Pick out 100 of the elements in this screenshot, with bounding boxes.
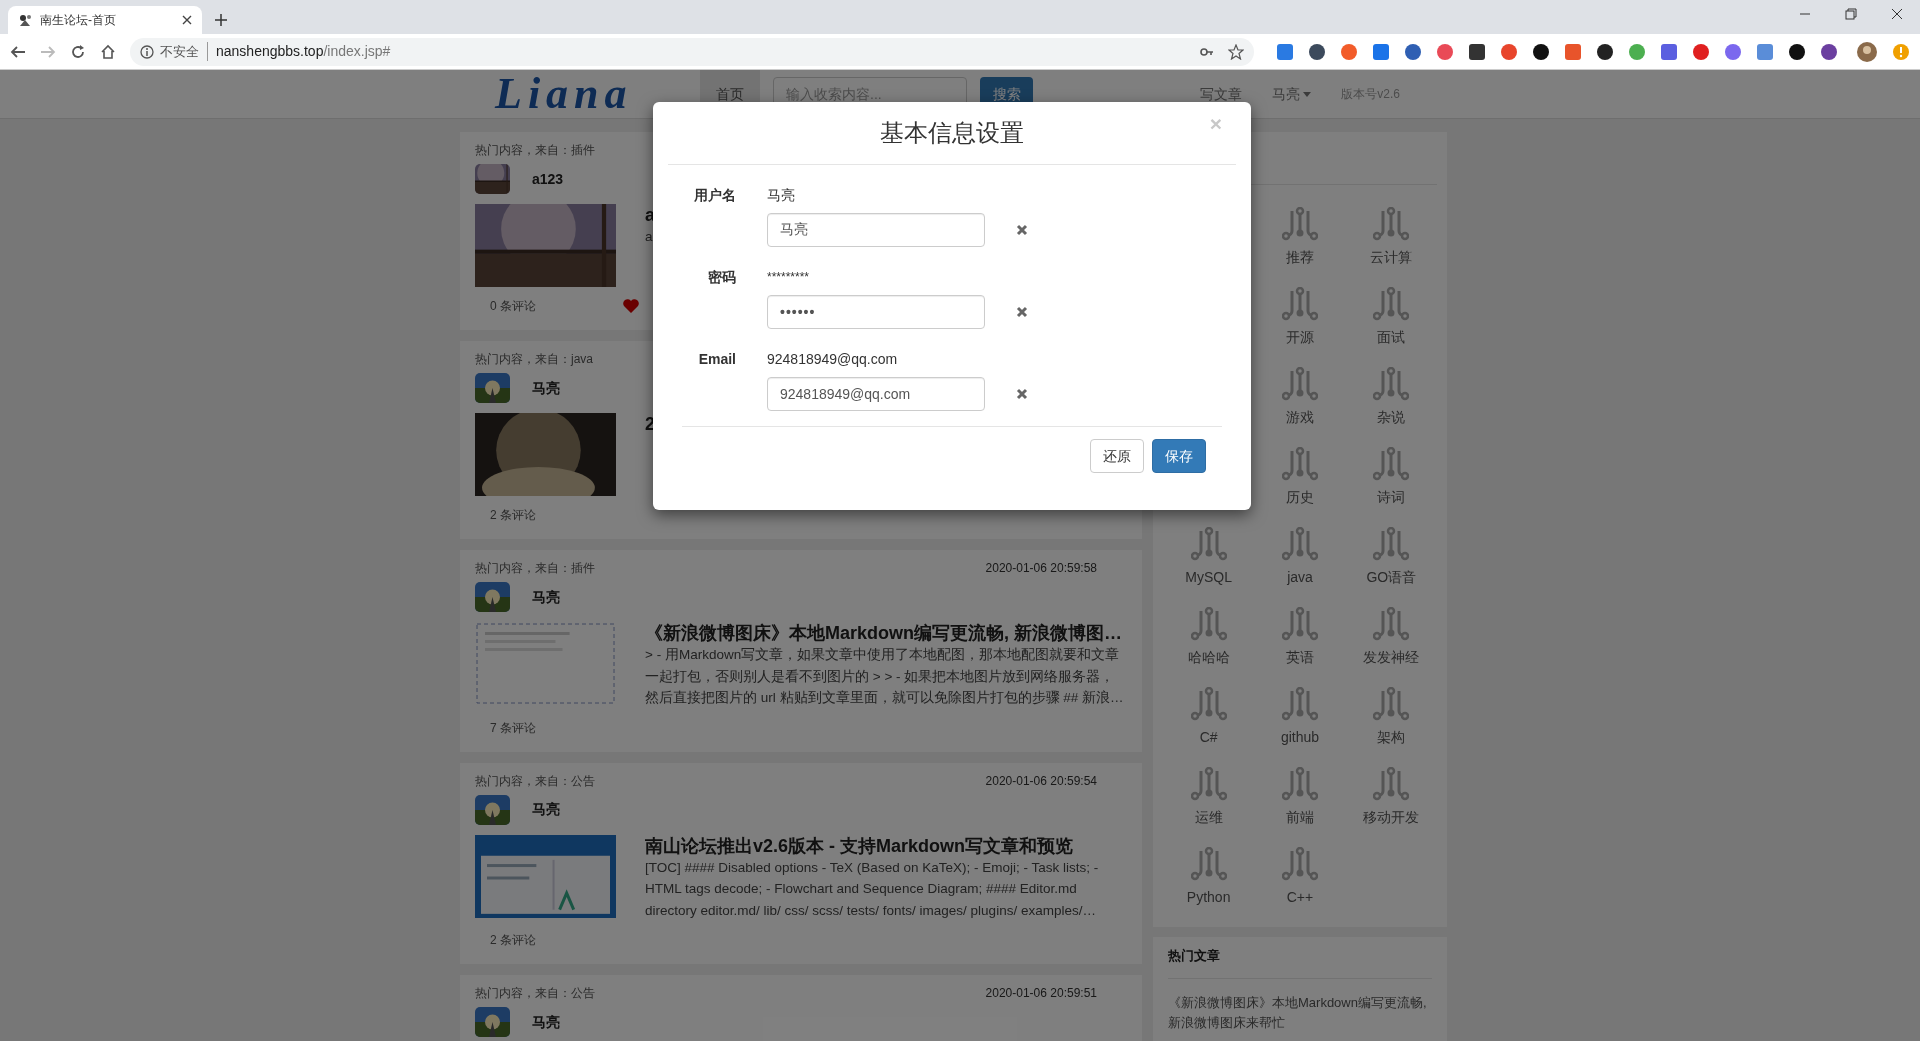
profile-avatar-icon[interactable]	[1856, 40, 1878, 63]
branch-icon	[1282, 207, 1318, 241]
info-icon[interactable]	[140, 44, 154, 59]
current-value: 924818949@qq.com	[767, 350, 899, 369]
favicon-icon	[18, 13, 32, 27]
tag-link[interactable]: 云计算	[1345, 207, 1437, 287]
author-name: 马亮	[532, 1012, 560, 1032]
comment-count[interactable]: 0 条评论	[490, 297, 536, 315]
branch-icon	[1282, 367, 1318, 401]
post-title[interactable]: 南山论坛推出v2.6版本 - 支持Markdown写文章和预览	[645, 834, 1074, 857]
article-link[interactable]: 《新浪微博图床》本地Markdown编写更流畅, 新浪微博图床来帮忙	[1168, 993, 1432, 1033]
close-icon[interactable]	[182, 15, 192, 25]
branch-icon	[1190, 527, 1227, 561]
tag-link[interactable]: MySQL	[1163, 527, 1255, 607]
comment-count[interactable]: 2 条评论	[490, 931, 536, 949]
extension-icon[interactable]	[1532, 42, 1550, 61]
branch-icon	[1282, 607, 1318, 641]
post-date: 2020-01-06 20:59:54	[985, 772, 1097, 790]
branch-icon	[1282, 847, 1318, 881]
tag-link[interactable]: 前端	[1254, 767, 1346, 847]
clear-icon[interactable]	[1016, 388, 1028, 400]
post-title[interactable]: 《新浪微博图床》本地Markdown编写更流畅, 新浪微博图…	[645, 622, 1122, 644]
post-excerpt: > - 用Markdown写文章，如果文章中使用了本地配图，那本地配图就要和文章	[645, 646, 1120, 664]
branch-icon	[1373, 767, 1410, 801]
tag-link[interactable]: 诗词	[1345, 447, 1437, 527]
password-field[interactable]: ••••••	[767, 295, 985, 329]
tag-link[interactable]: GO语音	[1345, 527, 1437, 607]
tag-link[interactable]: C++	[1254, 847, 1346, 927]
field-label: Email	[697, 350, 736, 369]
tag-link[interactable]: 历史	[1254, 447, 1346, 527]
reload-icon[interactable]	[70, 43, 86, 60]
tag-link[interactable]: java	[1254, 527, 1346, 607]
address-bar[interactable]: 不安全 nanshengbbs.top/index.jsp#	[130, 37, 1254, 66]
tag-link[interactable]: 开源	[1254, 287, 1346, 367]
post-source: 热门内容，来自：java	[475, 351, 593, 368]
post-date: 2020-01-06 20:59:51	[985, 985, 1097, 1002]
input-field[interactable]: 马亮	[767, 213, 985, 247]
extension-icon[interactable]	[1308, 42, 1326, 61]
tag-link[interactable]: 杂说	[1345, 367, 1437, 447]
heart-icon[interactable]	[622, 298, 640, 314]
panel-title: 热门文章	[1168, 947, 1221, 965]
branch-icon	[1373, 607, 1410, 641]
post-source: 热门内容，来自：插件	[475, 560, 595, 577]
tag-link[interactable]: Python	[1163, 847, 1255, 927]
post-date: 2020-01-06 20:59:58	[985, 560, 1097, 577]
comment-count[interactable]: 2 条评论	[490, 506, 536, 524]
tag-link[interactable]: 发发神经	[1345, 607, 1437, 687]
branch-icon	[1373, 287, 1410, 321]
user-menu[interactable]: 马亮	[1272, 83, 1312, 105]
extension-icon[interactable]	[1820, 42, 1838, 61]
post-excerpt: directory editor.md/ lib/ css/ scss/ tests/ fonts/ images/ plugins/ examples/…	[645, 901, 1096, 920]
back-icon[interactable]	[10, 43, 26, 60]
extension-icon[interactable]	[1404, 42, 1422, 61]
tag-link[interactable]: 架构	[1345, 687, 1437, 767]
tag-link[interactable]: 面试	[1345, 287, 1437, 367]
branch-icon	[1373, 447, 1410, 481]
branch-icon	[1373, 527, 1410, 561]
star-icon[interactable]	[1228, 43, 1244, 60]
site-logo[interactable]: Liana	[495, 72, 680, 116]
post-source: 热门内容，来自：公告	[475, 772, 595, 790]
post-excerpt: a	[645, 228, 653, 246]
security-label: 不安全	[160, 41, 208, 62]
post-excerpt: 然后直接把图片的 url 粘贴到文章里面，就可以免除图片打包的步骤 ## 新浪…	[645, 689, 1124, 707]
clear-icon[interactable]	[1016, 306, 1028, 318]
branch-icon	[1282, 767, 1318, 801]
branch-icon	[1190, 607, 1227, 641]
extension-icon[interactable]	[1788, 42, 1806, 61]
comment-count[interactable]: 7 条评论	[490, 718, 536, 737]
post-source: 热门内容，来自：公告	[475, 985, 595, 1002]
tag-link[interactable]: C#	[1163, 687, 1255, 767]
save-button[interactable]: 保存	[1152, 439, 1206, 473]
post-excerpt: [TOC] #### Disabled options - TeX (Based on KaTeX); - Emoji; - Task lists; -	[645, 858, 1099, 877]
input-field[interactable]: 924818949@qq.com	[767, 377, 985, 411]
author-name: 马亮	[532, 800, 560, 819]
home-icon[interactable]	[100, 43, 116, 60]
branch-icon	[1282, 527, 1318, 561]
tag-link[interactable]: 运维	[1163, 767, 1255, 847]
modal-title: 基本信息设置	[880, 118, 1024, 148]
author-name: 马亮	[532, 378, 560, 398]
author-name: a123	[532, 169, 564, 189]
extension-icon[interactable]	[1468, 42, 1486, 61]
new-tab-icon[interactable]	[214, 13, 228, 27]
branch-icon	[1190, 687, 1227, 721]
field-label: 密码	[707, 268, 736, 287]
post-excerpt: 一起打包，否则别人是看不到图片的 > > - 如果把本地图片放到网络服务器，	[645, 667, 1115, 686]
clear-icon[interactable]	[1016, 224, 1028, 236]
nav-link[interactable]: 写文章	[1200, 83, 1243, 105]
caret-icon	[1303, 91, 1312, 97]
branch-icon	[1373, 687, 1410, 721]
tag-link[interactable]: 移动开发	[1345, 767, 1437, 847]
tag-link[interactable]: 哈哈哈	[1163, 607, 1255, 687]
tag-link[interactable]: 英语	[1254, 607, 1346, 687]
tag-link[interactable]: 推荐	[1254, 207, 1346, 287]
browser-tab[interactable]: 南生论坛-首页	[8, 6, 202, 34]
current-value: 马亮	[767, 186, 796, 205]
extension-icon[interactable]	[1596, 42, 1614, 61]
tag-link[interactable]: 游戏	[1254, 367, 1346, 447]
tag-link[interactable]: github	[1254, 687, 1346, 767]
reset-button[interactable]: 还原	[1090, 439, 1144, 473]
branch-icon	[1190, 847, 1227, 881]
